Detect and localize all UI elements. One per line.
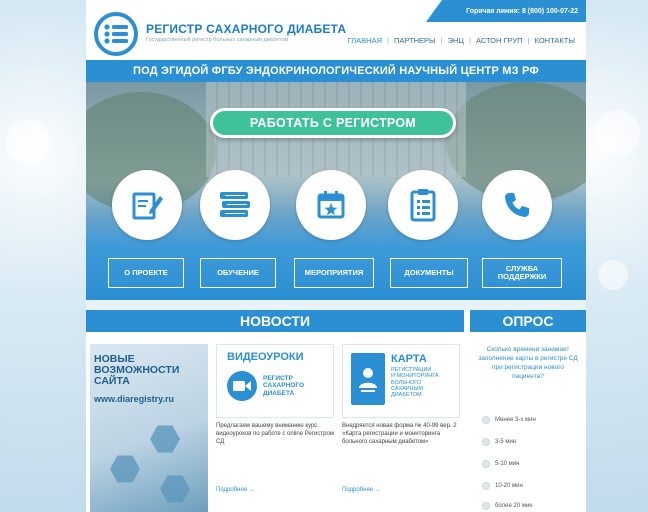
poll-option-label: 10-20 мин <box>495 483 523 489</box>
hex-decor-icon <box>150 425 180 453</box>
hex-decor-icon <box>160 475 190 503</box>
events-button[interactable]: МЕРОПРИЯТИЯ <box>294 258 374 288</box>
logo-title[interactable]: РЕГИСТР САХАРНОГО ДИАБЕТА <box>146 22 346 36</box>
poll-option-5[interactable]: более 20 мин <box>482 502 533 510</box>
poll-option-label: 3-5 мин <box>495 439 517 445</box>
news-card-image-subtitle: РЕГИСТРАЦИИ И МОНИТОРИНГА БОЛЬНОГО САХАР… <box>391 367 439 399</box>
section-divider <box>86 300 586 310</box>
news-card-image-subtitle: РЕГИСТР САХАРНОГО ДИАБЕТА <box>263 375 304 397</box>
news-card-image[interactable]: ВИДЕОУРОКИ РЕГИСТР САХАРНОГО ДИАБЕТА <box>216 344 334 418</box>
background-person-icon <box>6 120 50 164</box>
read-more-link[interactable]: Подробнее → <box>216 487 255 493</box>
patronage-banner: ПОД ЭГИДОЙ ФГБУ ЭНДОКРИНОЛОГИЧЕСКИЙ НАУЧ… <box>86 60 586 82</box>
news-card-image-title: ВИДЕОУРОКИ <box>227 351 304 363</box>
poll-option-2[interactable]: 3-5 мин <box>482 438 516 446</box>
poll-question: Сколько времени занимает заполнение карт… <box>478 346 578 381</box>
phone-icon[interactable] <box>482 170 552 240</box>
calendar-star-icon[interactable] <box>296 170 366 240</box>
radio-button[interactable] <box>482 460 490 468</box>
documents-label: ДОКУМЕНТЫ <box>404 267 454 277</box>
video-camera-icon <box>227 371 257 401</box>
news-card-image-title: КАРТА <box>391 353 427 365</box>
poll-option-label: 5-10 мин <box>495 461 520 467</box>
patient-card-icon <box>351 353 385 405</box>
news-card-image[interactable]: КАРТА РЕГИСТРАЦИИ И МОНИТОРИНГА БОЛЬНОГО… <box>342 344 460 418</box>
background-person-icon <box>594 110 640 156</box>
support-service-label: СЛУЖБА ПОДДЕРЖКИ <box>497 263 547 281</box>
logo-subtitle: Государственный регистр больных сахарным… <box>146 37 289 43</box>
nav-item-aston[interactable]: АСТОН ГРУП <box>471 36 528 45</box>
logo-list-icon[interactable] <box>94 12 138 56</box>
news-heading: НОВОСТИ <box>86 310 464 332</box>
training-label: ОБУЧЕНИЕ <box>217 267 259 277</box>
read-more-link[interactable]: Подробнее → <box>342 487 381 493</box>
featured-title: НОВЫЕ ВОЗМОЖНОСТИ САЙТА <box>94 353 180 388</box>
poll-option-4[interactable]: 10-20 мин <box>482 482 523 490</box>
hex-decor-icon <box>110 455 140 483</box>
poll-heading: ОПРОС <box>470 310 586 332</box>
page: Горячая линия: 8 (800) 100-07-22 РЕГИСТР… <box>86 0 586 512</box>
news-featured-card[interactable]: НОВЫЕ ВОЗМОЖНОСТИ САЙТА www.diaregistry.… <box>90 344 208 512</box>
radio-button[interactable] <box>482 482 490 490</box>
nav-item-contacts[interactable]: КОНТАКТЫ <box>530 36 580 45</box>
nav-item-partners[interactable]: ПАРТНЕРЫ <box>389 36 441 45</box>
about-project-button[interactable]: О ПРОЕКТЕ <box>108 258 184 288</box>
documents-button[interactable]: ДОКУМЕНТЫ <box>390 258 468 288</box>
books-icon[interactable] <box>200 170 270 240</box>
hero: РАБОТАТЬ С РЕГИСТРОМ О ПРОЕКТЕ ОБУЧЕНИЕ … <box>86 82 586 300</box>
edit-document-icon[interactable] <box>112 170 182 240</box>
poll-option-1[interactable]: Менее 3-х мин <box>482 416 536 424</box>
news-card-map[interactable]: КАРТА РЕГИСТРАЦИИ И МОНИТОРИНГА БОЛЬНОГО… <box>342 344 460 512</box>
nav-item-enc[interactable]: ЭНЦ <box>443 36 469 45</box>
background-left <box>0 0 90 512</box>
nav-item-home[interactable]: ГЛАВНАЯ <box>343 36 387 45</box>
featured-url[interactable]: www.diaregistry.ru <box>94 394 174 404</box>
radio-button[interactable] <box>482 438 490 446</box>
radio-button[interactable] <box>482 416 490 424</box>
support-service-button[interactable]: СЛУЖБА ПОДДЕРЖКИ <box>482 258 562 288</box>
training-button[interactable]: ОБУЧЕНИЕ <box>200 258 276 288</box>
background-person-icon <box>598 260 628 290</box>
poll-option-label: более 20 мин <box>495 503 533 509</box>
news-card-text: Предлагаем вашему вниманию курс видеоуро… <box>216 423 334 446</box>
news-card-text: Внедряется новая форма № 40-99 вер. 2 «К… <box>342 423 457 446</box>
clipboard-list-icon[interactable] <box>388 170 458 240</box>
news-card-video[interactable]: ВИДЕОУРОКИ РЕГИСТР САХАРНОГО ДИАБЕТА Пре… <box>216 344 334 512</box>
hotline[interactable]: Горячая линия: 8 (800) 100-07-22 <box>426 0 586 22</box>
about-project-label: О ПРОЕКТЕ <box>124 267 168 277</box>
work-with-registry-button[interactable]: РАБОТАТЬ С РЕГИСТРОМ <box>210 108 456 138</box>
events-label: МЕРОПРИЯТИЯ <box>304 267 364 277</box>
poll-option-3[interactable]: 5-10 мин <box>482 460 519 468</box>
radio-button[interactable] <box>482 502 490 510</box>
poll-option-label: Менее 3-х мин <box>495 417 536 423</box>
main-nav: ГЛАВНАЯ | ПАРТНЕРЫ | ЭНЦ | АСТОН ГРУП | … <box>343 36 580 45</box>
